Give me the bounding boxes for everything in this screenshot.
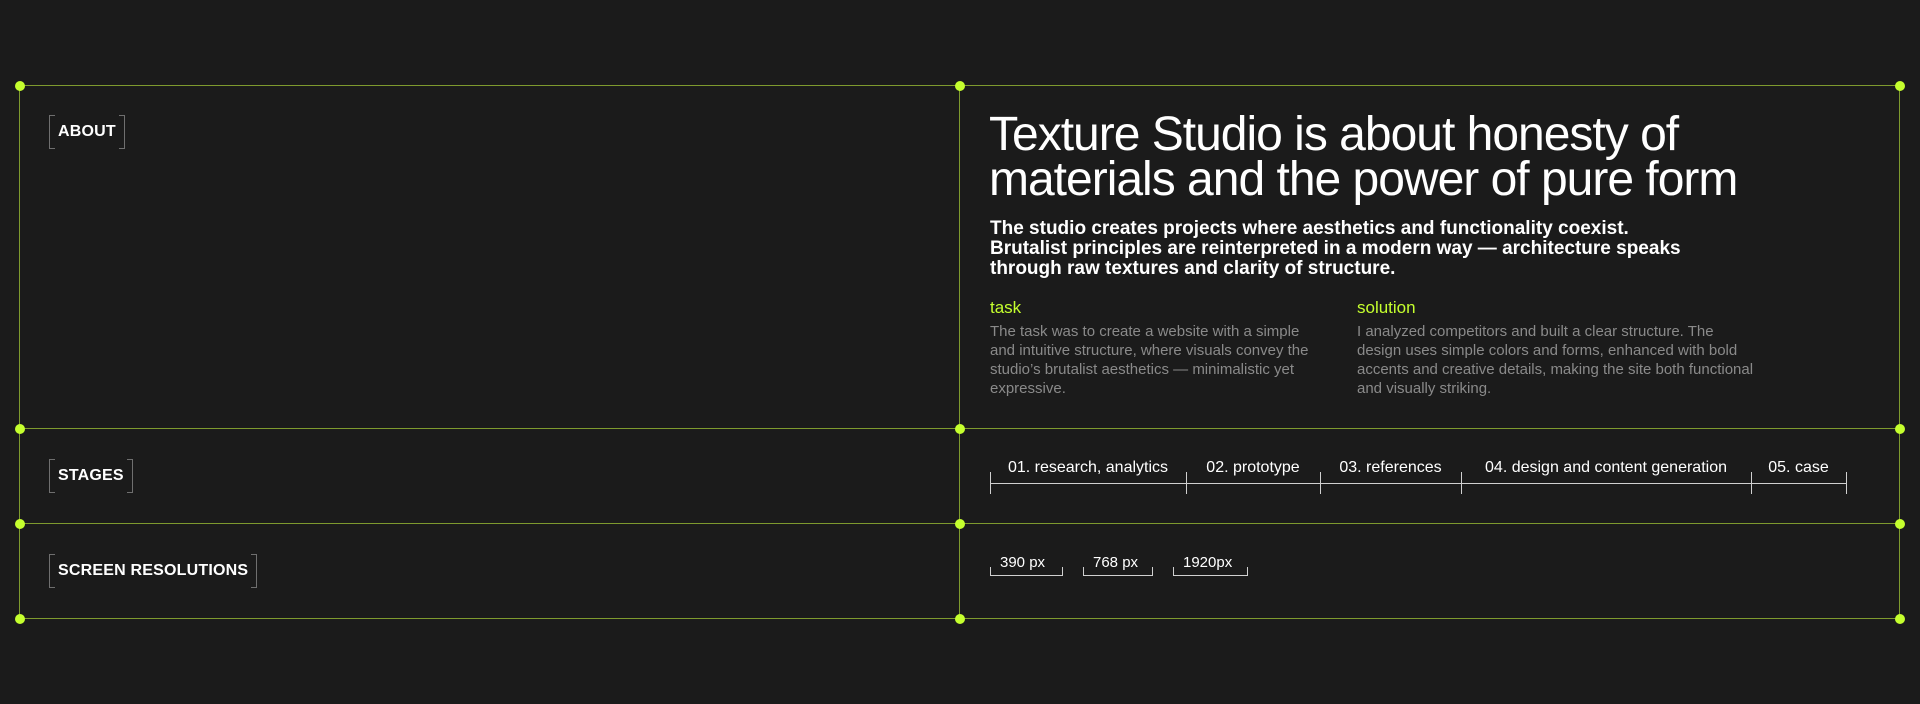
solution-title: solution [1357,298,1416,317]
stage-case: 05. case [1751,457,1846,493]
grid-line-right [1899,85,1900,618]
stages-section-label: STAGES [49,459,133,493]
grid-dot [1895,614,1905,624]
stage-design: 04. design and content generation [1461,457,1751,493]
resolutions-section-label: SCREEN RESOLUTIONS [49,554,258,588]
grid-dot [15,81,25,91]
stages-tick [1846,472,1847,494]
stage-references: 03. references [1320,457,1461,493]
grid-dot [955,424,965,434]
grid-line-middle [959,85,960,618]
about-lead-text: The studio creates projects where aesthe… [990,218,1681,279]
task-title: task [990,298,1022,317]
stage-label: 03. references [1339,459,1442,476]
grid-dot [955,519,965,529]
grid-line-left [19,85,20,618]
resolution-390: 390 px [990,554,1063,576]
grid-dot [955,81,965,91]
task-text: The task was to create a website with a … [990,323,1309,397]
grid-dot [955,614,965,624]
stage-research: 01. research, analytics [990,457,1186,493]
about-section-label: ABOUT [49,115,125,149]
solution-text: I analyzed competitors and built a clear… [1357,323,1754,397]
stage-label: 05. case [1768,459,1829,476]
about-headline: Texture Studio is about honesty of mater… [989,108,1738,206]
stage-label: 01. research, analytics [1007,459,1169,476]
stage-prototype: 02. prototype [1186,457,1320,493]
grid-dot [15,614,25,624]
stages-timeline: 01. research, analytics 02. prototype 03… [990,457,1847,494]
grid-dot [15,519,25,529]
stage-label: 04. design and content generation [1485,459,1727,476]
grid-dot [1895,424,1905,434]
grid-dot [1895,81,1905,91]
grid-dot [1895,519,1905,529]
resolution-768: 768 px [1083,554,1153,576]
grid-dot [15,424,25,434]
resolution-1920: 1920px [1173,554,1248,576]
stage-label: 02. prototype [1206,459,1300,476]
